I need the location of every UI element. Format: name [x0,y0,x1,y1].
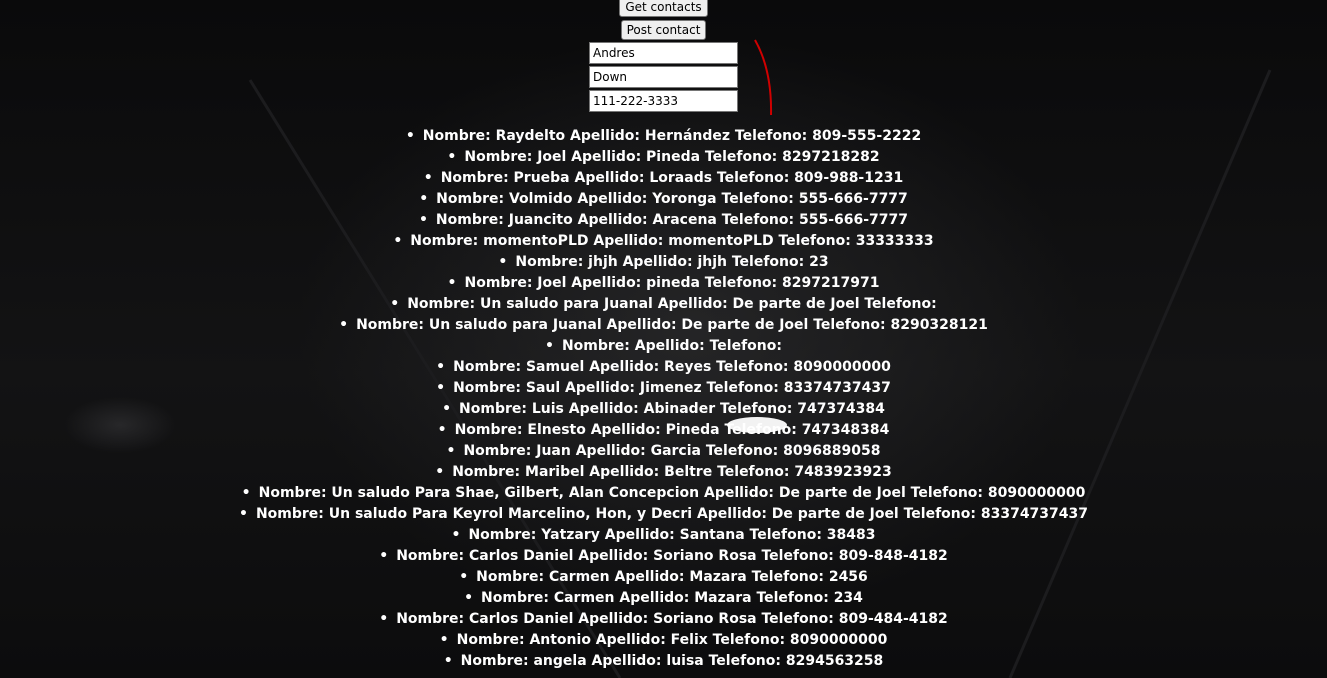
contact-item: Nombre: Saul Apellido: Jimenez Telefono:… [239,378,1088,399]
apellido-input[interactable] [589,66,738,88]
contact-item: Nombre: Elnesto Apellido: Pineda Telefon… [239,420,1088,441]
telefono-input[interactable] [589,90,738,112]
contact-item: Nombre: Prueba Apellido: Loraads Telefon… [239,168,1088,189]
get-contacts-button[interactable]: Get contacts [619,0,708,17]
contact-item: Nombre: Apellido: Telefono: [239,336,1088,357]
contact-item: Nombre: Luis Apellido: Abinader Telefono… [239,399,1088,420]
contact-item: Nombre: Joel Apellido: pineda Telefono: … [239,273,1088,294]
contact-item: Nombre: Carlos Daniel Apellido: Soriano … [239,546,1088,567]
contact-item: Nombre: Joel Apellido: Pineda Telefono: … [239,147,1088,168]
contacts-list: Nombre: Raydelto Apellido: Hernández Tel… [239,126,1088,672]
contact-item: Nombre: Un saludo para Juanal Apellido: … [239,294,1088,315]
contact-item: Nombre: Un saludo Para Shae, Gilbert, Al… [239,483,1088,504]
contact-item: Nombre: Juan Apellido: Garcia Telefono: … [239,441,1088,462]
contact-item: Nombre: Raydelto Apellido: Hernández Tel… [239,126,1088,147]
contact-item: Nombre: momentoPLD Apellido: momentoPLD … [239,231,1088,252]
contact-item: Nombre: Maribel Apellido: Beltre Telefon… [239,462,1088,483]
contact-item: Nombre: Carlos Daniel Apellido: Soriano … [239,609,1088,630]
contact-item: Nombre: Volmido Apellido: Yoronga Telefo… [239,189,1088,210]
page-content: Get contacts Post contact Nombre: Raydel… [0,0,1327,672]
post-contact-button[interactable]: Post contact [620,20,707,40]
contact-item: Nombre: jhjh Apellido: jhjh Telefono: 23 [239,252,1088,273]
contact-item: Nombre: Carmen Apellido: Mazara Telefono… [239,588,1088,609]
contact-item: Nombre: Antonio Apellido: Felix Telefono… [239,630,1088,651]
nombre-input[interactable] [589,42,738,64]
contact-item: Nombre: Carmen Apellido: Mazara Telefono… [239,567,1088,588]
contact-item: Nombre: Un saludo Para Keyrol Marcelino,… [239,504,1088,525]
contact-item: Nombre: Yatzary Apellido: Santana Telefo… [239,525,1088,546]
contact-item: Nombre: Un saludo para Juanal Apellido: … [239,315,1088,336]
contact-item: Nombre: Juancito Apellido: Aracena Telef… [239,210,1088,231]
contact-item: Nombre: Samuel Apellido: Reyes Telefono:… [239,357,1088,378]
contact-item: Nombre: angela Apellido: luisa Telefono:… [239,651,1088,672]
